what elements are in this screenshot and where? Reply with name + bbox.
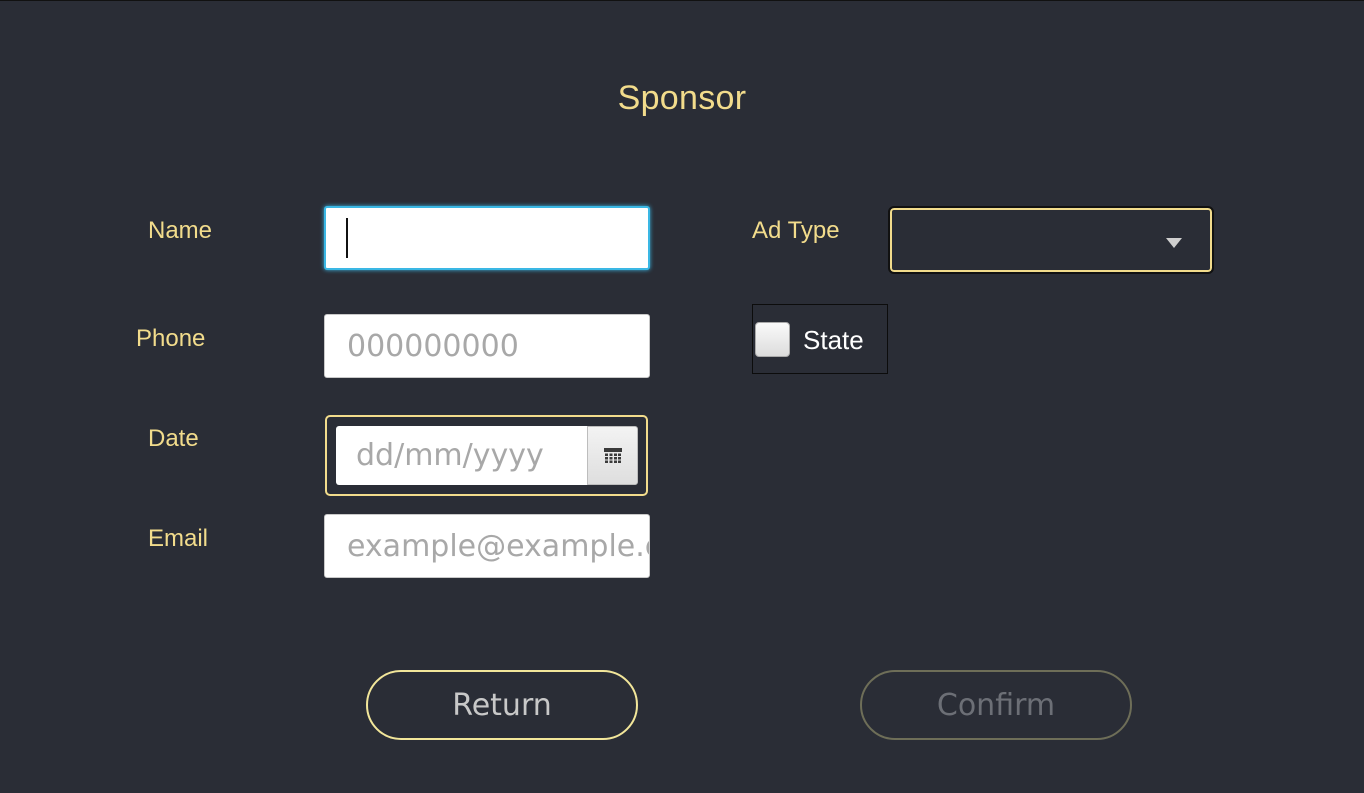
phone-label: Phone bbox=[136, 325, 206, 352]
state-label: State bbox=[803, 325, 864, 355]
return-button[interactable]: Return bbox=[366, 670, 638, 740]
date-picker[interactable]: dd/mm/yyyy bbox=[325, 415, 648, 496]
state-toggle[interactable]: State bbox=[752, 304, 888, 374]
name-label: Name bbox=[148, 217, 213, 244]
ad-type-select[interactable] bbox=[888, 206, 1214, 274]
page-title: Sponsor bbox=[617, 79, 747, 117]
email-input[interactable]: example@example.co bbox=[324, 514, 650, 578]
confirm-button[interactable]: Confirm bbox=[860, 670, 1132, 740]
chevron-down-icon bbox=[1166, 238, 1182, 248]
calendar-button[interactable] bbox=[587, 426, 638, 485]
email-label: Email bbox=[148, 525, 209, 552]
date-input[interactable]: dd/mm/yyyy bbox=[336, 426, 588, 485]
phone-input[interactable]: 000000000 bbox=[324, 314, 650, 378]
text-caret bbox=[346, 218, 348, 258]
date-label: Date bbox=[148, 425, 199, 452]
calendar-icon bbox=[603, 447, 622, 463]
ad-type-label: Ad Type bbox=[752, 217, 840, 244]
name-input[interactable] bbox=[324, 206, 650, 270]
state-checkbox[interactable] bbox=[755, 322, 790, 357]
